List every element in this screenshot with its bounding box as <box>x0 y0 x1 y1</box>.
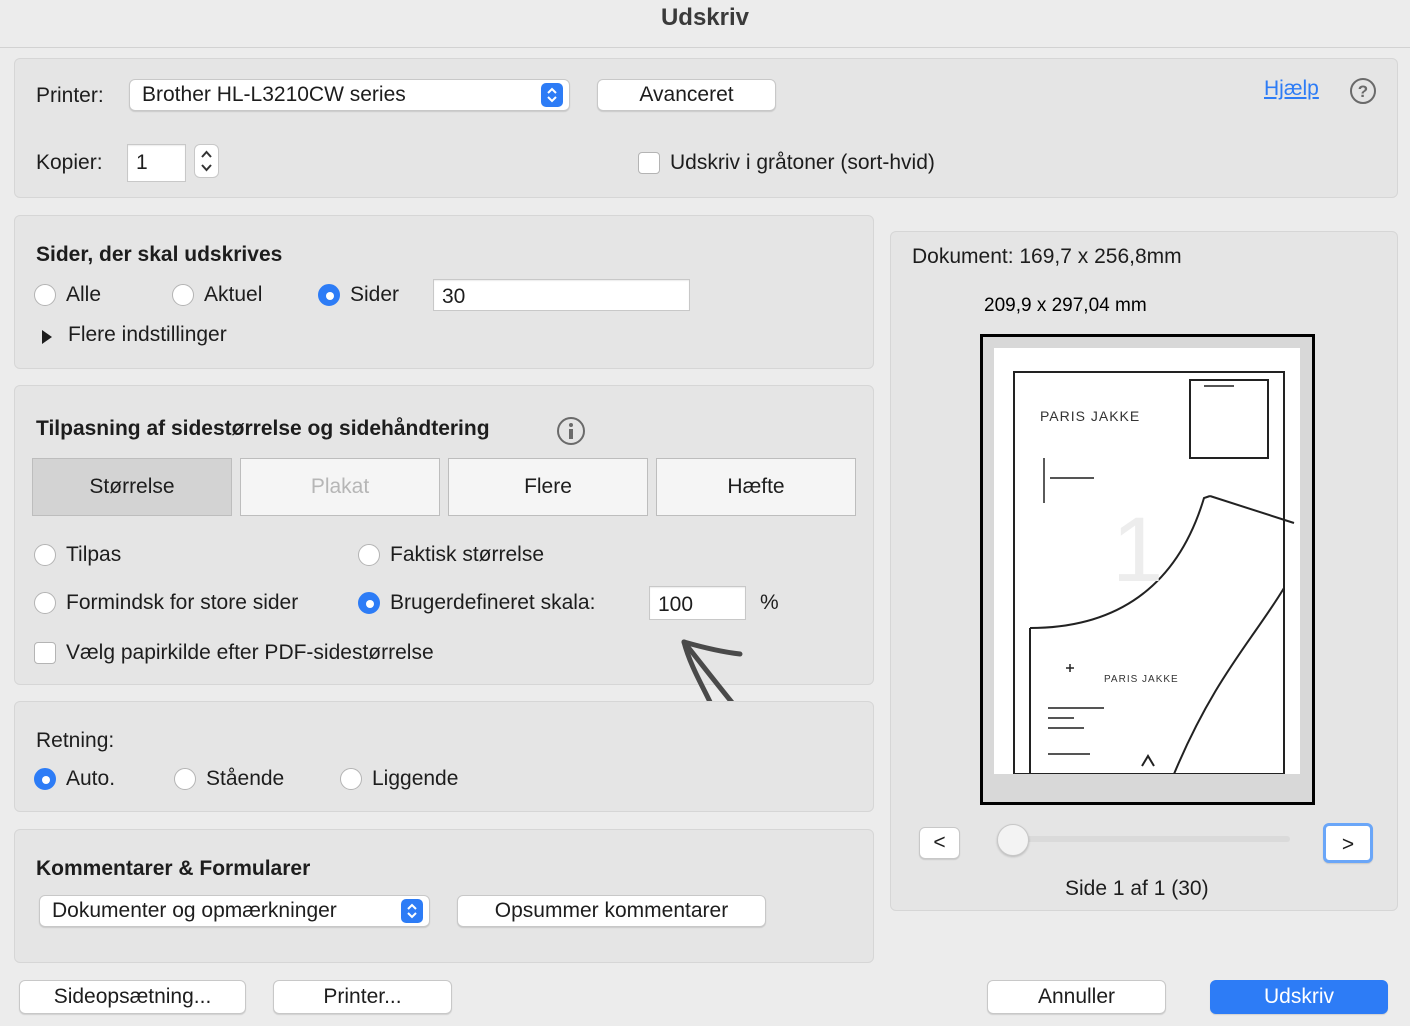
printer-label: Printer: <box>36 84 104 107</box>
comments-select[interactable]: Dokumenter og opmærkninger <box>39 895 430 927</box>
pages-heading: Sider, der skal udskrives <box>36 243 283 266</box>
radio-portrait-label: Stående <box>206 767 285 790</box>
radio-actual-size-label: Faktisk størrelse <box>390 543 545 566</box>
radio-shrink-label: Formindsk for store sider <box>66 591 299 614</box>
print-button[interactable]: Udskriv <box>1210 980 1388 1014</box>
percent-label: % <box>760 591 779 614</box>
page-indicator: Side 1 af 1 (30) <box>1065 877 1209 900</box>
printer-button[interactable]: Printer... <box>273 980 452 1014</box>
tab-poster[interactable]: Plakat <box>240 458 440 516</box>
tab-multiple[interactable]: Flere <box>448 458 648 516</box>
help-icon[interactable]: ? <box>1349 77 1377 105</box>
custom-scale-field[interactable]: 100 <box>649 586 746 620</box>
radio-current-label: Aktuel <box>204 283 263 306</box>
copies-stepper[interactable] <box>194 144 219 178</box>
document-size-label: Dokument: 169,7 x 256,8mm <box>912 245 1182 268</box>
chevron-updown-icon <box>401 899 423 923</box>
window-title: Udskriv <box>0 0 1410 48</box>
radio-current[interactable] <box>172 284 194 306</box>
paper-source-checkbox[interactable] <box>34 642 56 664</box>
radio-landscape[interactable] <box>340 768 362 790</box>
paper-source-label: Vælg papirkilde efter PDF-sidestørrelse <box>66 641 434 664</box>
page-preview-sheet: 1 PARIS JAKKE PARIS JAKKE <box>994 348 1300 774</box>
copies-field[interactable]: 1 <box>127 144 186 182</box>
pages-range-field[interactable]: 30 <box>433 279 690 311</box>
radio-all-label: Alle <box>66 283 102 306</box>
tab-size[interactable]: Størrelse <box>32 458 232 516</box>
help-link[interactable]: Hjælp <box>1264 77 1319 101</box>
page-slider-thumb[interactable] <box>997 824 1029 856</box>
page-setup-button[interactable]: Sideopsætning... <box>19 980 246 1014</box>
cancel-button[interactable]: Annuller <box>987 980 1166 1014</box>
radio-shrink[interactable] <box>34 592 56 614</box>
radio-custom-scale[interactable] <box>358 592 380 614</box>
radio-all[interactable] <box>34 284 56 306</box>
printer-select[interactable]: Brother HL-L3210CW series <box>129 79 570 111</box>
radio-pages[interactable] <box>318 284 340 306</box>
radio-landscape-label: Liggende <box>372 767 459 790</box>
watermark-page-number: 1 <box>1112 499 1164 601</box>
scaling-heading: Tilpasning af sidestørrelse og sidehåndt… <box>36 417 490 440</box>
next-page-button[interactable]: > <box>1323 823 1373 863</box>
copies-label: Kopier: <box>36 151 103 174</box>
printer-select-value: Brother HL-L3210CW series <box>142 83 406 106</box>
comments-heading: Kommentarer & Formularer <box>36 857 311 880</box>
radio-auto[interactable] <box>34 768 56 790</box>
page-brand-text: PARIS JAKKE <box>1040 408 1141 424</box>
radio-portrait[interactable] <box>174 768 196 790</box>
radio-pages-label: Sider <box>350 283 400 306</box>
grayscale-label: Udskriv i gråtoner (sort-hvid) <box>670 151 935 174</box>
info-icon[interactable] <box>556 416 586 446</box>
grayscale-checkbox[interactable] <box>638 152 660 174</box>
summarize-comments-button[interactable]: Opsummer kommentarer <box>457 895 766 927</box>
radio-fit[interactable] <box>34 544 56 566</box>
tab-booklet[interactable]: Hæfte <box>656 458 856 516</box>
more-settings-label[interactable]: Flere indstillinger <box>68 323 227 347</box>
paper-size-label: 209,9 x 297,04 mm <box>984 295 1147 316</box>
disclosure-triangle-icon[interactable] <box>40 327 54 344</box>
radio-custom-scale-label: Brugerdefineret skala: <box>390 591 596 614</box>
prev-page-button[interactable]: < <box>919 827 960 859</box>
orientation-panel <box>14 701 874 812</box>
page-brand-text-small: PARIS JAKKE <box>1104 674 1179 685</box>
comments-select-value: Dokumenter og opmærkninger <box>52 899 337 922</box>
orientation-heading: Retning: <box>36 729 115 752</box>
radio-auto-label: Auto. <box>66 767 116 790</box>
radio-actual-size[interactable] <box>358 544 380 566</box>
page-slider-track[interactable] <box>1000 836 1290 842</box>
svg-text:?: ? <box>1358 82 1368 101</box>
page-preview: 1 PARIS JAKKE PARIS JAKKE <box>980 334 1315 805</box>
chevron-updown-icon <box>541 83 563 107</box>
advanced-button[interactable]: Avanceret <box>597 79 776 111</box>
radio-fit-label: Tilpas <box>66 543 122 566</box>
